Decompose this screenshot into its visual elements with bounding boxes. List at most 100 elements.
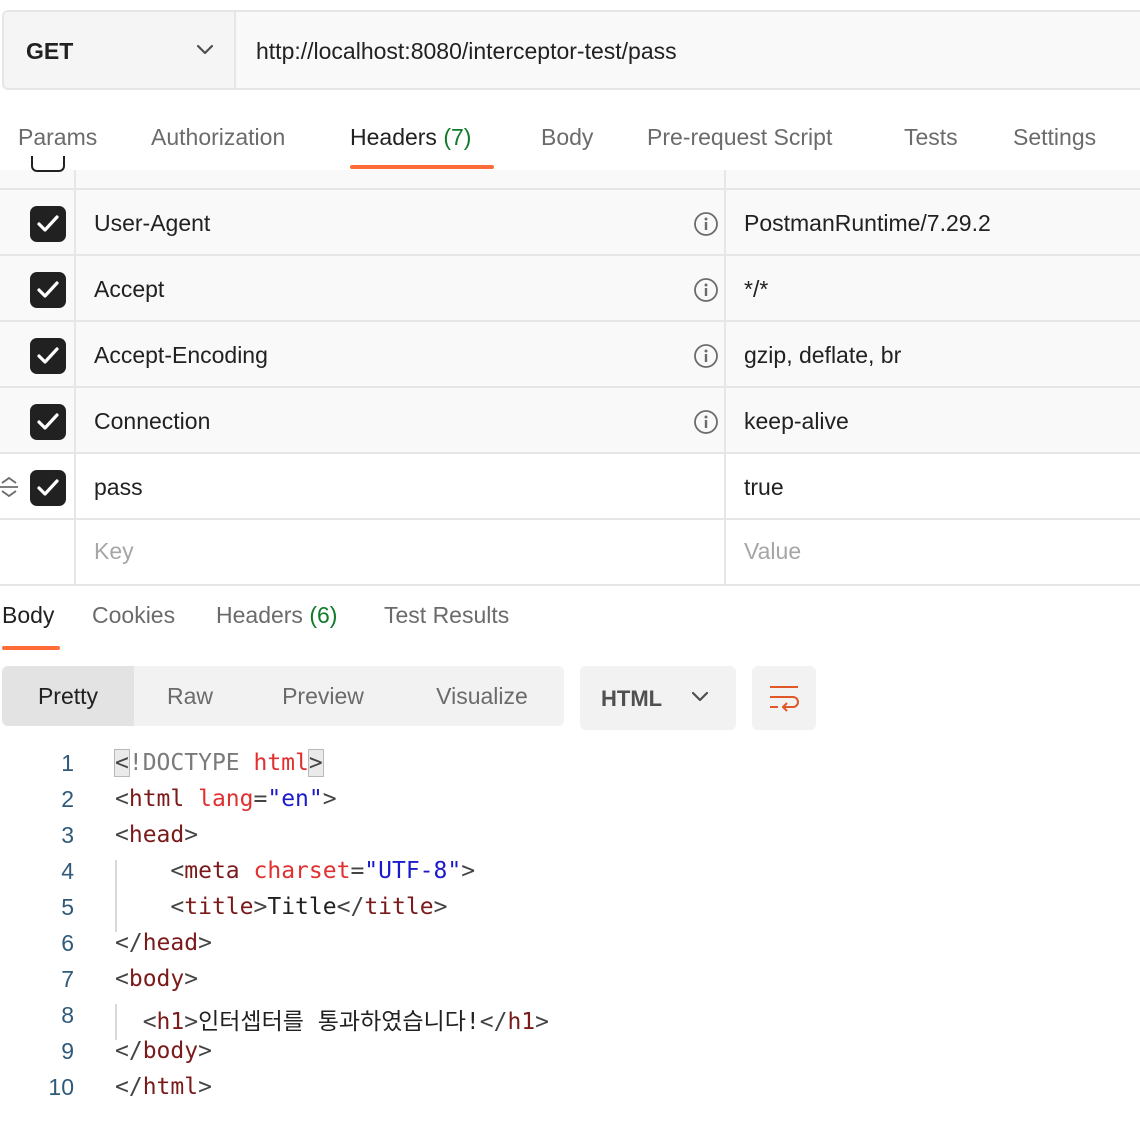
header-checkbox[interactable] [30,206,66,242]
indent-guide [115,860,117,932]
format-label: HTML [601,686,663,711]
code-line: 2 <html lang="en"> [0,786,1140,822]
code-text: <!DOCTYPE html> [114,749,324,777]
line-number: 5 [61,894,74,920]
response-tabs: Body Cookies Headers (6) Test Results [0,590,1140,650]
header-value: PostmanRuntime/7.29.2 [744,210,991,236]
header-checkbox[interactable] [30,470,66,506]
header-value[interactable]: true [744,474,784,501]
drag-handle-icon[interactable] [0,476,18,498]
tab-cookies[interactable]: Cookies [92,602,175,629]
wrap-lines-button[interactable] [752,666,816,730]
header-key[interactable]: pass [94,474,143,501]
code-line: 4 <meta charset="UTF-8"> [0,858,1140,894]
code-text: </body> [115,1038,212,1064]
code-text: <title>Title</title> [115,894,448,920]
response-code[interactable]: 1 <!DOCTYPE html> 2 <html lang="en"> 3 <head>… [0,749,1140,1120]
tab-response-body[interactable]: Body [2,602,54,629]
header-key: Accept-Encoding [94,342,268,368]
response-headers-count: (6) [309,602,338,628]
line-number: 6 [61,930,74,956]
method-label: GET [26,38,74,64]
line-number: 10 [48,1074,74,1100]
view-raw[interactable]: Raw [134,666,246,726]
info-icon[interactable] [693,343,719,369]
code-text: <html lang="en"> [115,786,337,812]
table-row: Accept-Encoding gzip, deflate, br [0,322,1140,388]
header-value: keep-alive [744,408,849,434]
line-number: 8 [61,1002,74,1028]
info-icon[interactable] [693,211,719,237]
code-line: 8 <h1>인터셉터를 통과하였습니다!</h1> [0,1002,1140,1038]
active-tab-indicator [350,165,494,169]
checkbox[interactable] [31,156,65,172]
check-icon [37,413,59,430]
tab-test-results[interactable]: Test Results [384,602,509,629]
table-row: Accept */* [0,256,1140,322]
tab-tests[interactable]: Tests [904,124,958,151]
code-line: 1 <!DOCTYPE html> [0,749,1140,786]
header-checkbox[interactable] [30,338,66,374]
value-input[interactable]: Value [744,538,801,565]
indent-guide [115,1004,117,1040]
format-select[interactable]: HTML [580,666,736,730]
url-bar: GET http://localhost:8080/interceptor-te… [0,10,1140,90]
code-text: <h1>인터셉터를 통과하였습니다!</h1> [115,1009,549,1035]
header-checkbox[interactable] [30,404,66,440]
code-text: <meta charset="UTF-8"> [115,858,476,884]
active-tab-indicator [2,646,60,650]
tab-body[interactable]: Body [541,124,593,151]
check-icon [37,479,59,496]
line-number: 3 [61,822,74,848]
request-tabs: Params Authorization Headers (7) Body Pr… [0,112,1140,170]
line-number: 4 [61,858,74,884]
header-key: Accept [94,276,165,302]
code-text: <body> [115,966,199,992]
chevron-down-icon [691,691,709,702]
line-number: 2 [61,786,74,812]
tab-params[interactable]: Params [18,124,97,151]
tab-pre-request-script[interactable]: Pre-request Script [647,124,832,151]
method-select[interactable]: GET [2,10,234,90]
table-row: Connection keep-alive [0,388,1140,454]
check-icon [37,215,59,232]
info-icon[interactable] [693,277,719,303]
tab-authorization[interactable]: Authorization [151,124,285,151]
view-pretty[interactable]: Pretty [2,666,134,726]
wrap-icon [770,686,799,712]
header-checkbox[interactable] [30,272,66,308]
header-key: User-Agent [94,210,211,236]
code-line: 9 </body> [0,1038,1140,1074]
view-preview[interactable]: Preview [246,666,400,726]
header-value: */* [744,276,769,302]
headers-table: User-Agent PostmanRuntime/7.29.2 Accept … [0,156,1140,586]
table-row [0,156,1140,190]
info-icon[interactable] [693,409,719,435]
view-mode-switcher: Pretty Raw Preview Visualize [2,666,564,726]
code-line: 7 <body> [0,966,1140,1002]
check-icon [37,347,59,364]
line-number: 1 [61,750,74,776]
code-text: </html> [115,1074,212,1100]
table-row-new: Key Value [0,520,1140,586]
code-text: <head> [115,822,199,848]
header-value: gzip, deflate, br [744,342,902,368]
key-input[interactable]: Key [94,538,134,565]
check-icon [37,281,59,298]
code-text: </head> [115,930,212,956]
url-text: http://localhost:8080/interceptor-test/p… [256,38,677,64]
code-line: 3 <head> [0,822,1140,858]
table-row: pass true [0,454,1140,520]
code-line: 6 </head> [0,930,1140,966]
url-input[interactable]: http://localhost:8080/interceptor-test/p… [234,10,1140,90]
tab-headers[interactable]: Headers (7) [350,124,471,151]
headers-count: (7) [443,124,472,150]
line-number: 9 [61,1038,74,1064]
line-number: 7 [61,966,74,992]
view-visualize[interactable]: Visualize [400,666,564,726]
chevron-down-icon [196,44,214,55]
code-line: 5 <title>Title</title> [0,894,1140,930]
code-line: 10 </html> [0,1074,1140,1110]
tab-settings[interactable]: Settings [1013,124,1096,151]
tab-response-headers[interactable]: Headers (6) [216,602,337,629]
